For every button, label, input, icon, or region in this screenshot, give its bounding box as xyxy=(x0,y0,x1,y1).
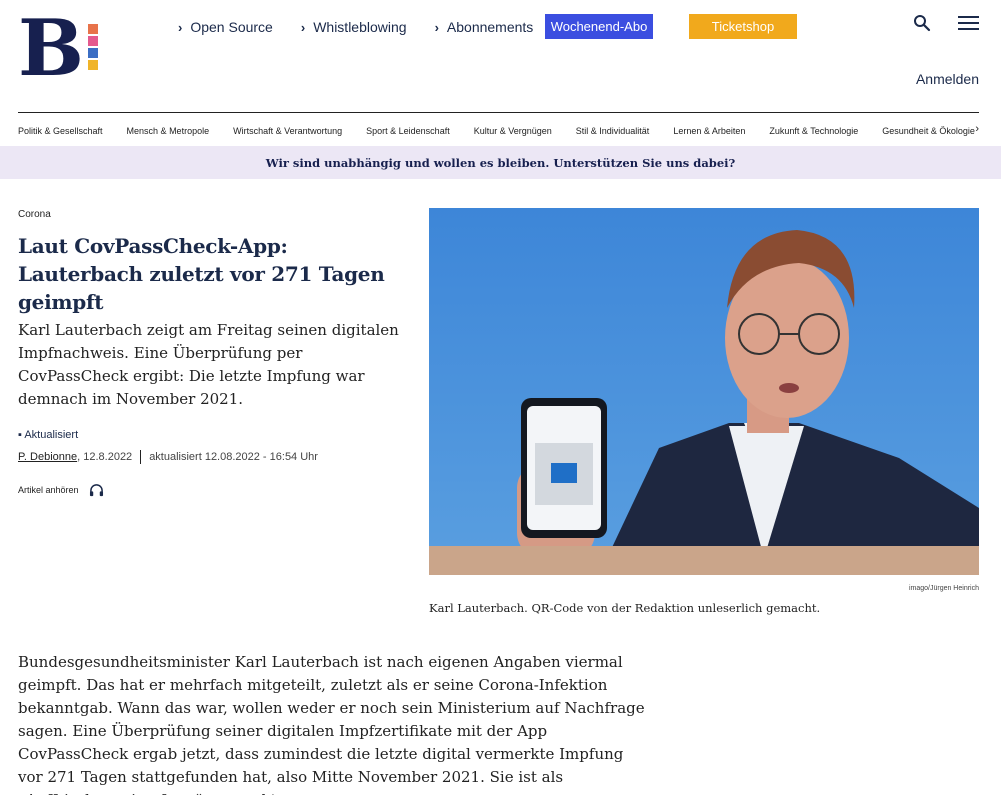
hamburger-menu-icon[interactable] xyxy=(958,16,979,30)
article-photo[interactable] xyxy=(429,208,979,575)
category-lernen[interactable]: Lernen & Arbeiten xyxy=(673,126,745,136)
category-sport[interactable]: Sport & Leidenschaft xyxy=(366,126,450,136)
category-kultur[interactable]: Kultur & Vergnügen xyxy=(474,126,552,136)
login-link[interactable]: Anmelden xyxy=(916,71,979,87)
photo-caption: Karl Lauterbach. QR-Code von der Redakti… xyxy=(429,601,821,615)
support-banner-text: Wir sind unabhängig und wollen es bleibe… xyxy=(265,155,736,170)
listen-label: Artikel anhören xyxy=(18,485,79,495)
chevron-right-icon: › xyxy=(300,19,306,35)
logo-color-bar xyxy=(88,36,98,46)
byline: P. Debionne , 12.8.2022 aktualisiert 12.… xyxy=(18,450,318,464)
listen-article-button[interactable]: Artikel anhören xyxy=(18,483,104,497)
category-wirtschaft[interactable]: Wirtschaft & Verantwortung xyxy=(233,126,342,136)
photo-credit: imago/Jürgen Heinrich xyxy=(908,585,979,592)
category-mensch[interactable]: Mensch & Metropole xyxy=(127,126,210,136)
nav-link-whistleblowing[interactable]: › Whistleblowing xyxy=(301,19,407,35)
photo-illustration xyxy=(429,208,979,575)
nav-link-label: Open Source xyxy=(190,19,273,35)
updated-indicator[interactable]: ▪ Aktualisiert xyxy=(18,429,78,441)
headphones-icon xyxy=(89,484,103,497)
top-navigation: › Open Source › Whistleblowing › Abonnem… xyxy=(178,17,561,37)
category-stil[interactable]: Stil & Individualität xyxy=(576,126,650,136)
header-divider xyxy=(18,112,979,113)
author-link[interactable]: P. Debionne xyxy=(18,451,77,463)
updated-timestamp: aktualisiert 12.08.2022 - 16:54 Uhr xyxy=(149,451,318,463)
nav-link-label: Whistleblowing xyxy=(313,19,407,35)
category-navigation: Politik & Gesellschaft Mensch & Metropol… xyxy=(18,123,979,138)
logo-color-bar xyxy=(88,48,98,58)
wochenend-abo-button[interactable]: Wochenend-Abo xyxy=(545,14,653,39)
category-gesundheit[interactable]: Gesundheit & Ökologie xyxy=(882,126,975,136)
logo-color-bar xyxy=(88,24,98,34)
search-icon[interactable] xyxy=(913,14,931,32)
article-headline: Laut CovPassCheck-App: Lauterbach zuletz… xyxy=(18,234,385,314)
nav-link-label: Abonnements xyxy=(446,19,534,35)
support-banner[interactable]: Wir sind unabhängig und wollen es bleibe… xyxy=(0,146,1001,179)
ticketshop-button[interactable]: Ticketshop xyxy=(689,14,797,39)
category-politik[interactable]: Politik & Gesellschaft xyxy=(18,126,103,136)
category-zukunft[interactable]: Zukunft & Technologie xyxy=(769,126,858,136)
chevron-right-icon[interactable]: › xyxy=(975,123,979,135)
nav-link-open-source[interactable]: › Open Source xyxy=(178,19,273,35)
article-kicker[interactable]: Corona xyxy=(18,209,51,220)
chevron-right-icon: › xyxy=(178,19,183,35)
logo-color-bar xyxy=(88,60,98,70)
publish-date: , 12.8.2022 xyxy=(77,451,133,463)
article-lead: Karl Lauterbach zeigt am Freitag seinen … xyxy=(18,321,399,408)
nav-link-abonnements[interactable]: › Abonnements xyxy=(435,19,534,35)
site-logo[interactable]: B xyxy=(18,10,100,90)
chevron-right-icon: › xyxy=(434,19,439,35)
article-body-paragraph: Bundesgesundheitsminister Karl Lauterbac… xyxy=(18,653,645,795)
logo-letter: B xyxy=(18,3,84,94)
byline-divider xyxy=(140,450,142,464)
